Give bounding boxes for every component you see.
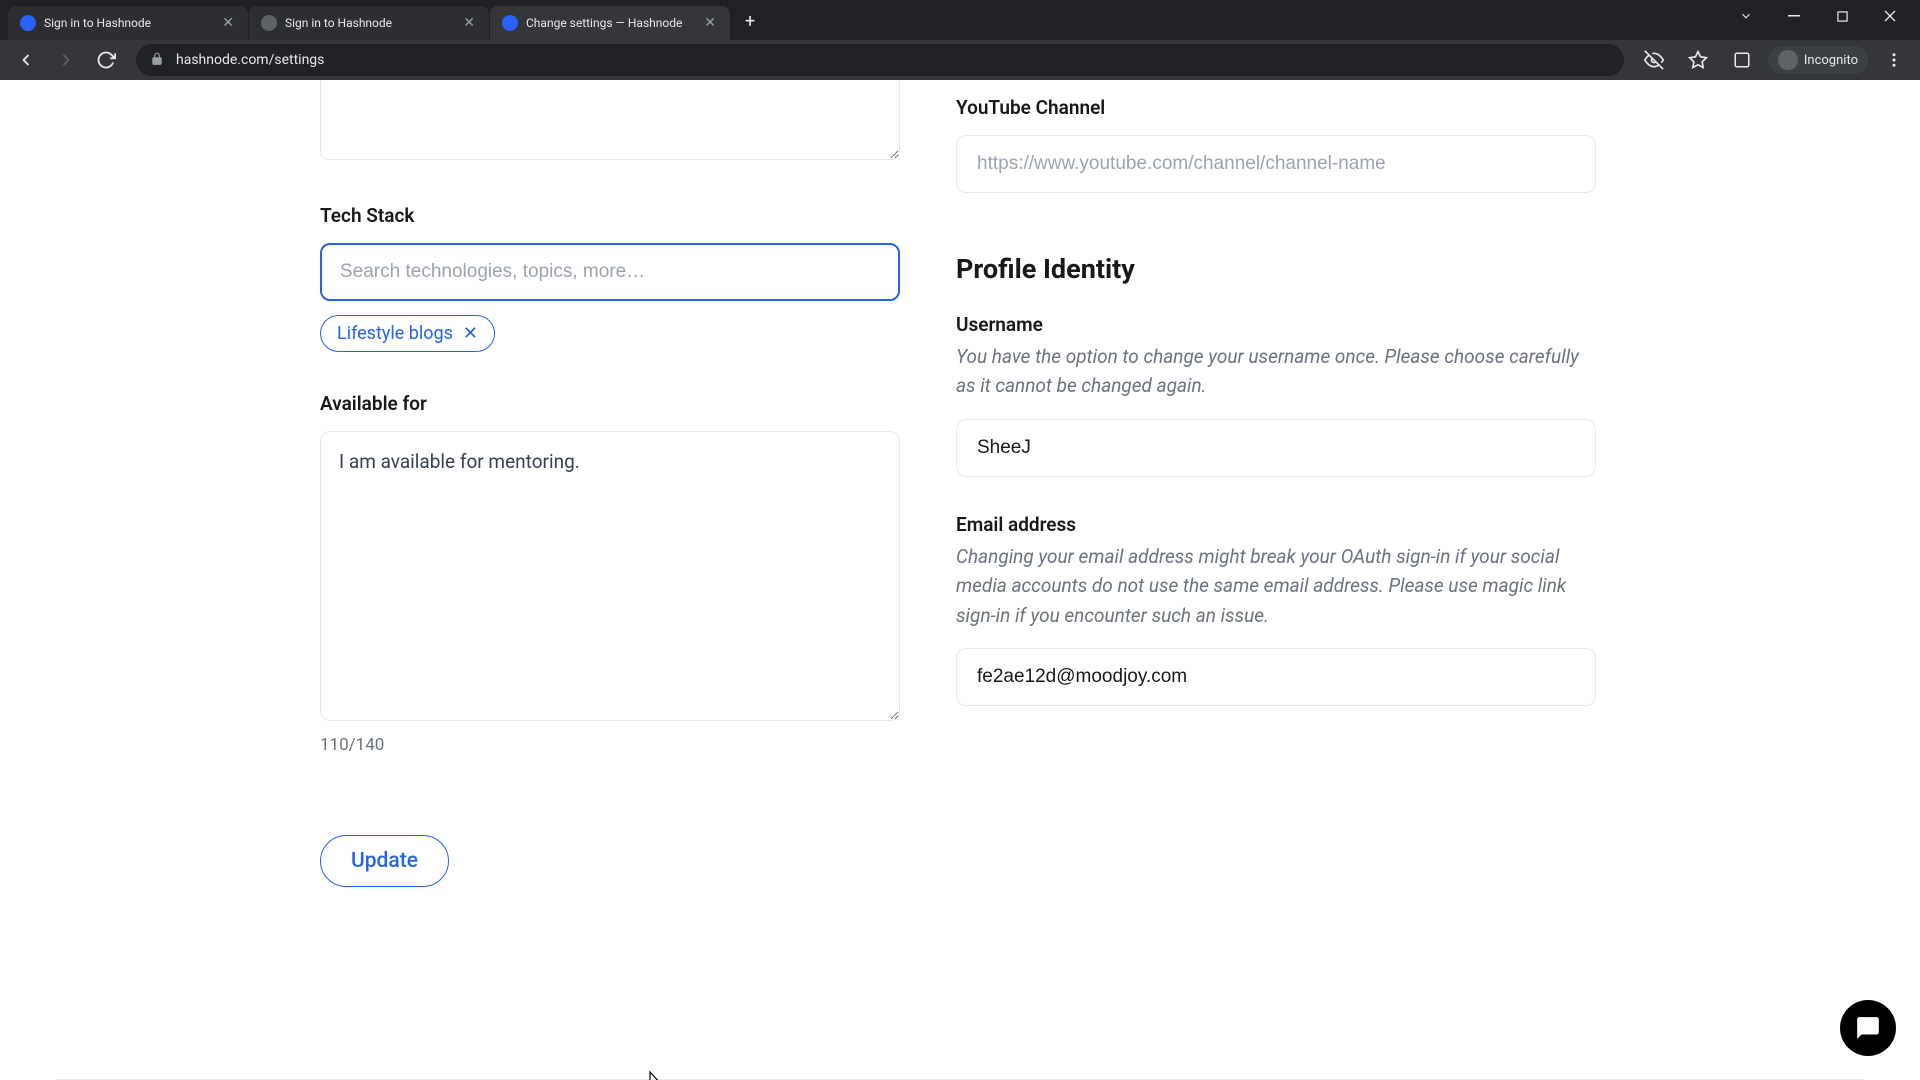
email-desc: Changing your email address might break … (956, 542, 1596, 630)
close-icon[interactable]: ✕ (220, 15, 236, 31)
browser-tab-active[interactable]: Change settings — Hashnode ✕ (490, 6, 730, 40)
email-input[interactable] (956, 648, 1596, 706)
youtube-label: YouTube Channel (956, 96, 1596, 119)
email-label: Email address (956, 513, 1596, 536)
available-for-label: Available for (320, 392, 900, 415)
remove-tag-icon[interactable]: ✕ (463, 323, 478, 344)
profile-identity-title: Profile Identity (956, 253, 1596, 285)
address-bar[interactable]: hashnode.com/settings (136, 44, 1624, 76)
username-input[interactable] (956, 419, 1596, 477)
extensions-icon[interactable] (1724, 42, 1760, 78)
new-tab-button[interactable]: + (735, 7, 765, 36)
chat-icon (1855, 1015, 1881, 1041)
close-icon[interactable]: ✕ (702, 15, 718, 31)
browser-toolbar: hashnode.com/settings Incognito (0, 40, 1920, 80)
close-icon[interactable]: ✕ (461, 15, 477, 31)
browser-tab-bar: Sign in to Hashnode ✕ Sign in to Hashnod… (0, 0, 1920, 40)
tab-title: Change settings — Hashnode (526, 16, 694, 30)
lock-icon (150, 51, 164, 70)
forward-button[interactable] (48, 42, 84, 78)
incognito-icon (1778, 50, 1798, 70)
char-count: 110/140 (320, 735, 900, 755)
tech-stack-label: Tech Stack (320, 204, 900, 227)
update-button[interactable]: Update (320, 835, 449, 887)
tab-title: Sign in to Hashnode (285, 16, 453, 30)
tech-tag-label: Lifestyle blogs (337, 323, 453, 344)
back-button[interactable] (8, 42, 44, 78)
browser-tab[interactable]: Sign in to Hashnode ✕ (8, 6, 248, 40)
incognito-label: Incognito (1804, 53, 1858, 68)
close-window-button[interactable] (1868, 0, 1912, 32)
available-for-textarea[interactable] (320, 431, 900, 721)
reload-button[interactable] (88, 42, 124, 78)
username-label: Username (956, 313, 1596, 336)
incognito-badge[interactable]: Incognito (1768, 46, 1868, 74)
menu-icon[interactable] (1876, 42, 1912, 78)
browser-tab[interactable]: Sign in to Hashnode ✕ (249, 6, 489, 40)
tech-tag: Lifestyle blogs ✕ (320, 315, 495, 352)
tab-favicon-icon (261, 15, 277, 31)
tech-stack-input[interactable] (320, 243, 900, 301)
page-content: Tech Stack Lifestyle blogs ✕ Available f… (0, 80, 1920, 1080)
youtube-input[interactable] (956, 135, 1596, 193)
chevron-down-icon[interactable] (1724, 0, 1768, 32)
url-text: hashnode.com/settings (176, 52, 1610, 68)
tab-favicon-icon (20, 15, 36, 31)
eye-off-icon[interactable] (1636, 42, 1672, 78)
about-textarea[interactable] (320, 80, 900, 160)
username-desc: You have the option to change your usern… (956, 342, 1596, 401)
minimize-button[interactable] (1772, 0, 1816, 32)
maximize-button[interactable] (1820, 0, 1864, 32)
help-chat-button[interactable] (1840, 1000, 1896, 1056)
star-icon[interactable] (1680, 42, 1716, 78)
tab-favicon-icon (502, 15, 518, 31)
tab-title: Sign in to Hashnode (44, 16, 212, 30)
